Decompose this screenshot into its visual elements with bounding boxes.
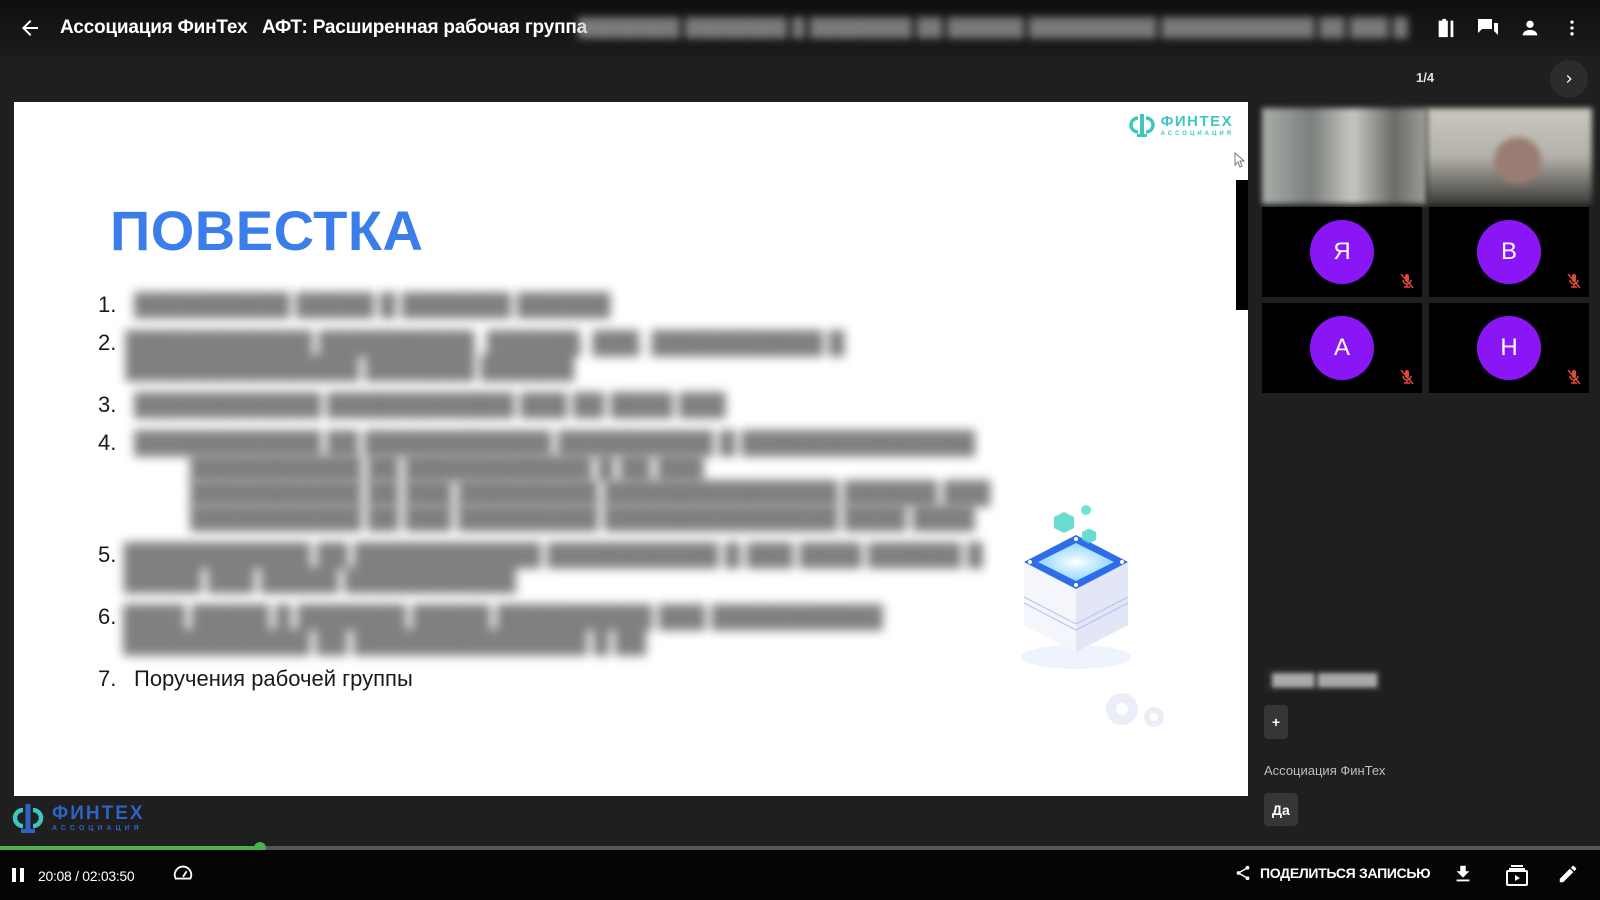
avatar: Н xyxy=(1477,316,1541,380)
agenda-subitem-redacted: ███████████ ██ ████████████ █ ██ ███ xyxy=(190,455,704,480)
footer-logo-sub: АССОЦИАЦИЯ xyxy=(52,825,143,832)
edit-button[interactable] xyxy=(1557,863,1581,887)
pause-button[interactable] xyxy=(12,868,26,884)
add-reaction-button[interactable]: + xyxy=(1264,705,1288,739)
server-cube-illustration xyxy=(1021,505,1164,727)
agenda-item: 3. ████████████ ████████████ ███ ██ ████ … xyxy=(98,392,1018,418)
agenda-subitem-redacted: ███████████ ██ ███ █████████ ███████████… xyxy=(190,505,975,530)
agenda-item: 2. ████████████ ██████████, ██████, ███, … xyxy=(98,330,1018,380)
participant-grid: Я В А Н xyxy=(1262,207,1592,393)
agenda-item-text-redacted: ████████████ ██ ████████████ ███████████… xyxy=(123,542,984,592)
agenda-item-text-redacted: ████████████ ████████████ ███ ██ ████ ██… xyxy=(134,392,726,417)
next-page-button[interactable] xyxy=(1550,60,1588,98)
footer-logo: ФИНТЕХ АССОЦИАЦИЯ xyxy=(10,802,145,834)
header-actions xyxy=(1432,12,1586,44)
slide-logo-sub: АССОЦИАЦИЯ xyxy=(1160,130,1234,137)
download-button[interactable] xyxy=(1452,863,1476,887)
share-icon xyxy=(1236,865,1250,881)
playlist-button[interactable] xyxy=(1505,863,1529,887)
agenda-item-text-redacted: ████ █████ █ ███████ █████ ██████████ ██… xyxy=(123,604,883,654)
video-strip xyxy=(1262,108,1592,204)
chat-icon xyxy=(1478,19,1498,35)
avatar: А xyxy=(1310,316,1374,380)
participant-video-1[interactable] xyxy=(1262,108,1427,204)
event-subtitle-redacted: ████████ ████████ █ ████████ ██ ██████ █… xyxy=(578,17,1408,37)
playback-speed-button[interactable] xyxy=(172,863,196,887)
avatar: В xyxy=(1477,220,1541,284)
pause-icon xyxy=(20,868,24,882)
agenda-item-text-redacted: ████████████ ██ ████████████ ██████████ … xyxy=(134,430,976,455)
playlist-icon xyxy=(1506,865,1528,886)
fintech-logo-icon xyxy=(12,804,44,833)
agenda-item-number: 3. xyxy=(98,392,117,417)
agenda-item-text-redacted: ██████████ █████ █ ███████ ██████ xyxy=(134,292,611,317)
participant-tile[interactable]: В xyxy=(1429,207,1589,297)
agenda-item: 5. ████████████ ██ ████████████ █████████… xyxy=(98,542,1018,592)
footer-logo-main: ФИНТЕХ xyxy=(52,803,145,824)
participant-video-2[interactable] xyxy=(1427,108,1592,204)
page-indicator: 1/4 xyxy=(1416,70,1435,85)
slide-logo-main: ФИНТЕХ xyxy=(1160,112,1234,130)
slide-title: ПОВЕСТКА xyxy=(110,199,424,262)
screen-share-overlay xyxy=(1236,180,1248,310)
agenda-item: 4. ████████████ ██ ████████████ █████████… xyxy=(98,430,1018,530)
agenda-item-text: Поручения рабочей группы xyxy=(134,666,413,691)
participant-tile[interactable]: А xyxy=(1262,303,1422,393)
slide-logo: ФИНТЕХ АССОЦИАЦИЯ xyxy=(1128,112,1234,138)
redacted-chat-name: █████ ███████ xyxy=(1264,668,1382,692)
agenda-item-text-redacted: ████████████ ██████████, ██████, ███, ██… xyxy=(125,330,845,380)
download-icon xyxy=(1456,865,1470,882)
mouse-cursor-icon xyxy=(1234,152,1246,168)
fintech-logo-icon xyxy=(1128,114,1155,137)
notes-icon xyxy=(1438,18,1454,38)
mic-off-icon xyxy=(1400,273,1414,289)
org-name[interactable]: Ассоциация ФинТех xyxy=(60,17,248,39)
agenda-item-number: 2. xyxy=(98,330,117,355)
agenda-subitem-redacted: ███████████ ██ ███ █████████ ███████████… xyxy=(190,480,991,505)
share-recording-label: ПОДЕЛИТЬСЯ ЗАПИСЬЮ xyxy=(1260,865,1431,881)
agenda-item-number: 4. xyxy=(98,430,117,455)
chevron-right-icon xyxy=(1566,75,1572,83)
agenda-item-number: 7. xyxy=(98,666,117,691)
top-bar: Ассоциация ФинТех АФТ: Расширенная рабоч… xyxy=(0,0,1600,56)
pause-icon xyxy=(12,868,16,882)
mic-off-icon xyxy=(1567,273,1581,289)
agenda-item-number: 6. xyxy=(98,604,117,629)
agenda-list: 1. ██████████ █████ █ ███████ ██████ 2. ███… xyxy=(98,292,1018,692)
back-button[interactable] xyxy=(18,16,42,40)
arrow-left-icon xyxy=(22,20,38,36)
chat-author: Ассоциация ФинТех xyxy=(1264,763,1386,778)
participants-icon xyxy=(1522,20,1538,36)
agenda-item: 7. Поручения рабочей группы xyxy=(98,666,1018,692)
share-recording-button[interactable]: ПОДЕЛИТЬСЯ ЗАПИСЬЮ xyxy=(1234,864,1431,882)
participant-tile[interactable]: Н xyxy=(1429,303,1589,393)
avatar: Я xyxy=(1310,220,1374,284)
edit-icon xyxy=(1559,865,1577,883)
agenda-item: 1. ██████████ █████ █ ███████ ██████ xyxy=(98,292,1018,318)
event-title: АФТ: Расширенная рабочая группа xyxy=(262,17,587,38)
player-control-bar: 20:08 / 02:03:50 ПОДЕЛИТЬСЯ ЗАПИСЬЮ xyxy=(0,850,1600,900)
agenda-item-number: 1. xyxy=(98,292,117,317)
more-vert-icon xyxy=(1570,20,1574,36)
participants-button[interactable] xyxy=(1516,12,1544,44)
notes-button[interactable] xyxy=(1432,12,1460,44)
time-display: 20:08 / 02:03:50 xyxy=(38,868,135,884)
agenda-item-number: 5. xyxy=(98,542,117,567)
agenda-item: 6. ████ █████ █ ███████ █████ ██████████ … xyxy=(98,604,1018,654)
mic-off-icon xyxy=(1567,369,1581,385)
more-options-button[interactable] xyxy=(1558,12,1586,44)
chat-message: Да xyxy=(1264,793,1298,826)
playback-speed-icon xyxy=(173,865,193,880)
chat-button[interactable] xyxy=(1474,12,1502,44)
presentation-slide: ФИНТЕХ АССОЦИАЦИЯ ПОВЕСТКА 1. ██████████ … xyxy=(14,102,1248,796)
mic-off-icon xyxy=(1400,369,1414,385)
participant-tile[interactable]: Я xyxy=(1262,207,1422,297)
